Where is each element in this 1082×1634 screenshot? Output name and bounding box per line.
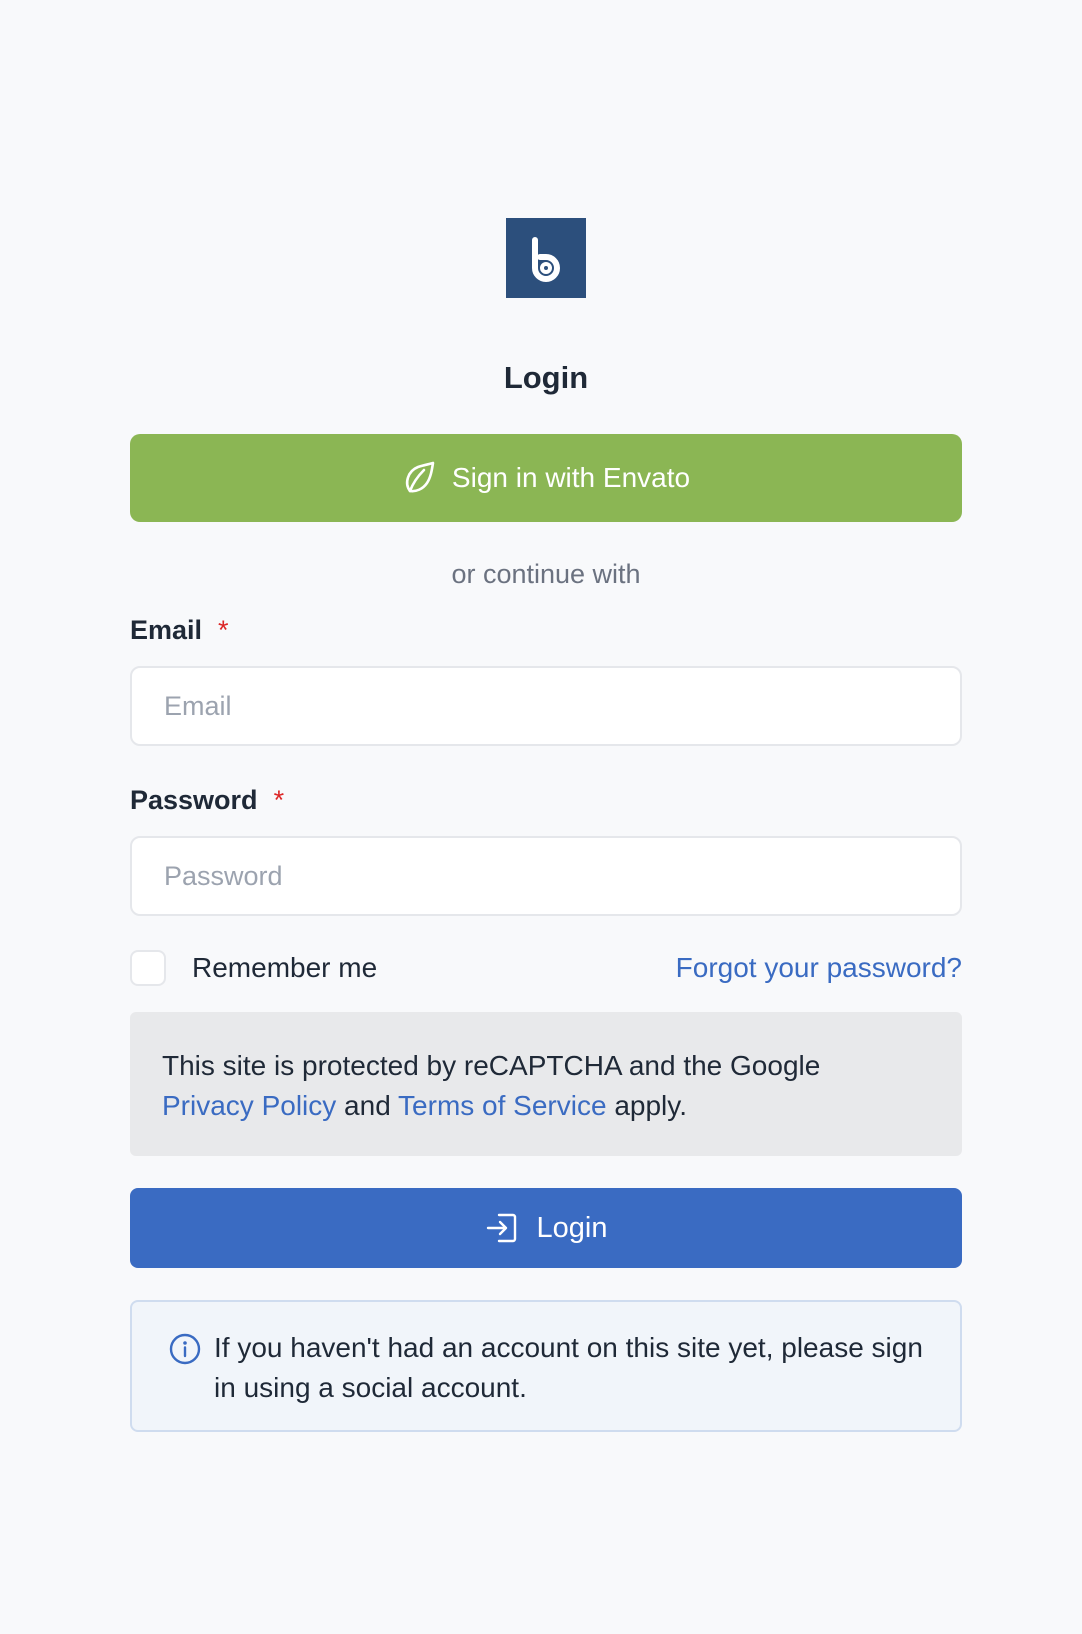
remember-row: Remember me Forgot your password?: [130, 948, 962, 988]
page-title: Login: [503, 360, 589, 395]
email-label-text: Email: [130, 615, 203, 645]
privacy-policy-link[interactable]: Privacy Policy: [162, 1090, 336, 1121]
email-input[interactable]: [130, 666, 962, 746]
login-button[interactable]: Login: [130, 1188, 962, 1268]
social-account-info-alert: If you haven't had an account on this si…: [130, 1300, 962, 1432]
email-label: Email *: [130, 614, 962, 646]
login-card: Login Sign in with Envato or continue wi…: [130, 218, 962, 1432]
envato-button-label: Sign in with Envato: [451, 462, 691, 493]
login-icon: [486, 1213, 516, 1243]
recaptcha-apply: apply.: [614, 1090, 687, 1121]
recaptcha-text: This site is protected by reCAPTCHA and …: [162, 1050, 821, 1081]
password-label-text: Password: [130, 785, 258, 815]
info-text: If you haven't had an account on this si…: [214, 1332, 923, 1403]
b-brand-logo-icon: [506, 218, 586, 298]
recaptcha-notice: This site is protected by reCAPTCHA and …: [130, 1012, 962, 1156]
remember-me-checkbox[interactable]: [130, 950, 166, 986]
or-continue-with-divider: or continue with: [451, 559, 641, 589]
sign-in-with-envato-button[interactable]: Sign in with Envato: [130, 434, 962, 522]
remember-me[interactable]: Remember me: [130, 950, 377, 986]
envato-leaf-icon: [405, 461, 435, 493]
password-label: Password *: [130, 784, 962, 816]
email-required-mark: *: [218, 615, 229, 645]
login-button-label: Login: [536, 1211, 608, 1244]
password-required-mark: *: [273, 785, 285, 815]
password-input[interactable]: [130, 836, 962, 916]
recaptcha-and: and: [344, 1090, 391, 1121]
remember-me-label: Remember me: [192, 952, 378, 983]
terms-of-service-link[interactable]: Terms of Service: [398, 1090, 607, 1121]
info-icon: [169, 1333, 201, 1365]
forgot-password-link[interactable]: Forgot your password?: [676, 952, 962, 984]
brand-logo: [506, 218, 586, 298]
